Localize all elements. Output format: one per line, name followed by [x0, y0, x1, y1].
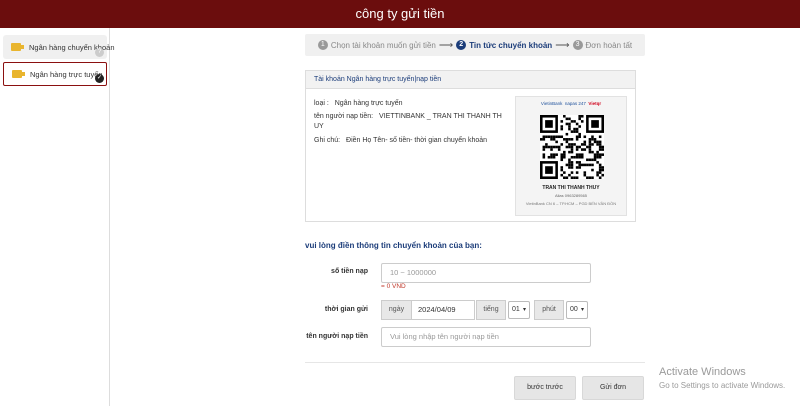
- step-2: 2 Tin tức chuyển khoản: [456, 40, 552, 50]
- account-card: Tài khoản Ngân hàng trực tuyến|nạp tiền …: [305, 70, 636, 222]
- bank-logos: VietinBank napas 247 Vietqr: [516, 101, 626, 106]
- receiver-value-wrap: UY: [314, 123, 324, 130]
- step-1: 1 Chọn tài khoản muốn gửi tiền: [317, 40, 436, 50]
- day-addon: ngày: [381, 300, 412, 320]
- step-label: Tin tức chuyển khoản: [469, 40, 553, 50]
- receiver-value: VIETTINBANK _ TRAN THI THANH TH: [379, 113, 502, 120]
- step-3: 3 Đơn hoàn tất: [572, 40, 633, 50]
- check-icon: ✓: [95, 74, 104, 83]
- step-label: Chọn tài khoản muốn gửi tiền: [330, 40, 436, 50]
- step-number: 1: [317, 40, 328, 50]
- depositor-name-input[interactable]: Vui lòng nhập tên người nạp tiền: [381, 327, 591, 347]
- vietqr-logo: Vietqr: [588, 101, 602, 106]
- wallet-icon: [11, 43, 24, 51]
- amount-label: số tiền nạp: [331, 268, 368, 275]
- back-button[interactable]: bước trước: [514, 376, 576, 400]
- watermark-line-2: Go to Settings to activate Windows.: [659, 381, 786, 390]
- account-type-label: loại :: [314, 100, 329, 107]
- time-label: thời gian gửi: [324, 306, 368, 313]
- step-progress: 1 Chọn tài khoản muốn gửi tiền ⟶ 2 Tin t…: [305, 34, 645, 56]
- divider: [305, 362, 645, 363]
- napas-logo: napas 247: [564, 101, 586, 106]
- note-value: Điền Họ Tên- số tiền- thời gian chuyển k…: [346, 137, 488, 144]
- step-number: 3: [572, 40, 583, 50]
- wallet-icon: [12, 70, 25, 78]
- qr-payment-card: VietinBank napas 247 Vietqr TRAN THI THA…: [515, 96, 627, 216]
- arrow-right-icon: ⟶: [438, 39, 454, 51]
- submit-button[interactable]: Gửi đơn: [582, 376, 644, 400]
- receiver-row: tên người nạp tiền: VIETTINBANK _ TRAN T…: [314, 112, 509, 132]
- qr-branch: VietinBank CN 6 – TP.HCM – PGD BẾN VÂN Đ…: [525, 201, 617, 206]
- vietinbank-logo: VietinBank: [540, 101, 563, 106]
- step-label: Đơn hoàn tất: [585, 40, 633, 50]
- depositor-name-label: tên người nạp tiền: [306, 333, 368, 340]
- app-header: công ty gửi tiền: [0, 0, 800, 28]
- sidebar-item-bank-transfer[interactable]: Ngân hàng chuyển khoản ?: [3, 35, 115, 59]
- qr-code: [540, 115, 604, 179]
- sidebar-item-label: Ngân hàng trực tuyến: [30, 69, 103, 79]
- step-number: 2: [456, 40, 467, 50]
- minute-select[interactable]: 00 ▾: [566, 301, 588, 319]
- chevron-down-icon: ▾: [580, 307, 584, 313]
- hour-select[interactable]: 01 ▾: [508, 301, 530, 319]
- chevron-down-icon: ▾: [522, 307, 526, 313]
- sidebar: Ngân hàng chuyển khoản ? Ngân hàng trực …: [0, 28, 115, 406]
- receiver-label: tên người nạp tiền:: [314, 113, 374, 120]
- qr-account-name: TRAN THI THANH THUY: [542, 185, 600, 191]
- account-type-value: Ngân hàng trực tuyến: [334, 100, 403, 107]
- hour-select-value: 01: [512, 306, 520, 313]
- windows-activation-watermark: Activate Windows Go to Settings to activ…: [659, 366, 785, 390]
- page-title: công ty gửi tiền: [355, 6, 445, 21]
- hour-addon: tiếng: [476, 300, 506, 320]
- watermark-line-1: Activate Windows: [659, 366, 746, 378]
- minute-select-value: 00: [570, 306, 578, 313]
- note-label: Ghi chú:: [314, 137, 341, 144]
- minute-addon: phút: [534, 300, 564, 320]
- arrow-right-icon: ⟶: [555, 39, 570, 51]
- help-icon: ?: [95, 48, 104, 57]
- form-section-title: vui lòng điền thông tin chuyển khoản của…: [305, 241, 482, 250]
- note-row: Ghi chú: Điền Họ Tên- số tiền- thời gian…: [314, 136, 487, 146]
- sidebar-item-online-bank[interactable]: Ngân hàng trực tuyến ✓: [3, 62, 107, 86]
- qr-account-number: Alias 0963289565: [554, 193, 588, 198]
- date-input[interactable]: 2024/04/09: [411, 300, 475, 320]
- amount-hint: = 0 VND: [381, 283, 406, 290]
- account-card-title: Tài khoản Ngân hàng trực tuyến|nạp tiền: [306, 71, 635, 89]
- amount-input[interactable]: 10 ~ 1000000: [381, 263, 591, 283]
- account-type-row: loại : Ngân hàng trực tuyến: [314, 99, 402, 109]
